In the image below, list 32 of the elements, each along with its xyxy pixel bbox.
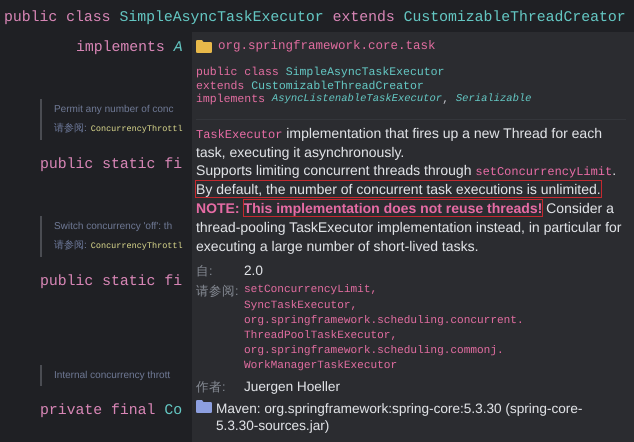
see-also-link[interactable]: org.springframework.scheduling.commonj.WorkManagerTaskExecutor xyxy=(244,344,544,375)
code-link[interactable]: setConcurrencyLimit xyxy=(475,165,612,180)
description-paragraph: TaskExecutor implementation that fires up a new Thread for each task, executing it asynchronously. xyxy=(196,124,604,162)
see-link[interactable]: ConcurrencyThrottl xyxy=(90,124,183,134)
see-also-link[interactable]: setConcurrencyLimit, xyxy=(244,283,378,299)
see-link[interactable]: ConcurrencyThrottl xyxy=(90,241,183,251)
doc-text: Internal concurrency thrott xyxy=(54,370,172,381)
see-also-link[interactable]: SyncTaskExecutor, xyxy=(244,298,358,314)
doc-text: Switch concurrency 'off': th xyxy=(54,221,174,232)
signature-line: extends CustomizableThreadCreator xyxy=(196,80,425,93)
package-name: org.springframework.core.task xyxy=(218,39,436,53)
code-link[interactable]: TaskExecutor xyxy=(196,128,282,142)
author-label: 作者: xyxy=(196,378,226,395)
see-label: 请参阅: xyxy=(54,238,87,252)
code-line: private final Co xyxy=(40,402,182,421)
see-also-label: 请参阅: xyxy=(196,283,240,300)
author-name: Juergen Hoeller xyxy=(244,378,341,395)
description-paragraph: By default, the number of concurrent task executions is unlimited. xyxy=(196,180,601,199)
code-line: implements A xyxy=(76,39,183,58)
since-label: 自: xyxy=(196,263,214,280)
signature-line: implements AsyncListenableTaskExecutor, Serializable xyxy=(196,93,532,107)
description-paragraph: NOTE: This implementation does not reuse threads! Consider a thread-pooling TaskExecutor implementation instead, in particular for executing a large number of short-lived tasks. xyxy=(196,198,622,256)
since-value: 2.0 xyxy=(244,263,264,280)
code-line: public static fi xyxy=(40,156,182,175)
source-text: Maven: org.springframework:spring-core:5.3.30 (spring-core-5.3.30-sources.jar) xyxy=(216,400,584,434)
folder-icon xyxy=(196,400,212,413)
code-line: public class SimpleAsyncTaskExecutor extends CustomizableThreadCreator xyxy=(4,9,626,28)
signature-line: public class SimpleAsyncTaskExecutor xyxy=(196,66,446,80)
folder-icon xyxy=(196,40,212,52)
doc-text: Permit any number of conc xyxy=(54,104,174,115)
code-line: public static fi xyxy=(40,273,182,292)
see-label: 请参阅: xyxy=(54,122,87,135)
